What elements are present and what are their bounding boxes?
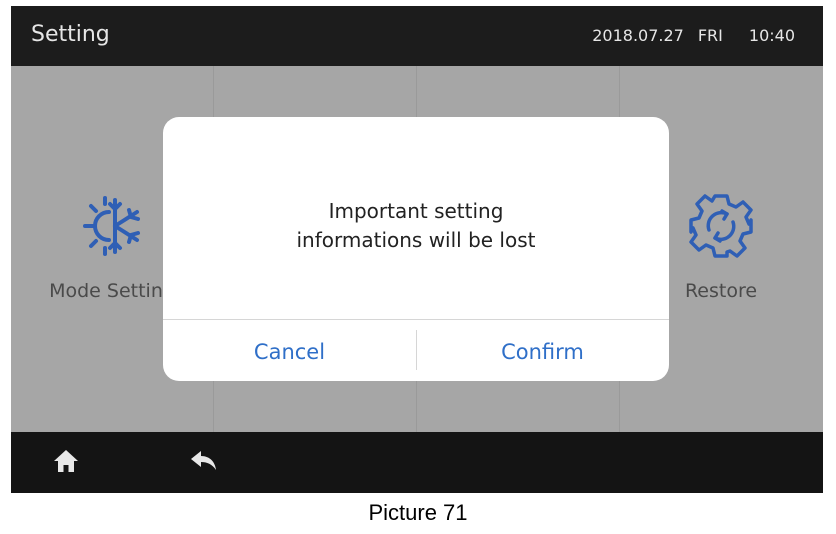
time-display: 10:40 [748,26,795,45]
dialog-message-line2: informations will be lost [296,228,536,252]
device-screen: Setting 2018.07.27 FRI 10:40 Mode Settin… [11,6,823,493]
weekday-display: FRI [697,26,723,45]
date-display: 2018.07.27 [592,26,684,45]
status-area: 2018.07.27 FRI 10:40 [592,26,795,45]
back-icon[interactable] [189,448,219,478]
confirm-dialog: Important setting informations will be l… [163,117,669,381]
figure-caption: Picture 71 [368,500,468,525]
cancel-button[interactable]: Cancel [163,320,416,381]
bottom-nav-bar [11,432,823,493]
confirm-button[interactable]: Confirm [416,320,669,381]
home-icon[interactable] [53,448,79,478]
gear-restore-icon [687,192,755,264]
dialog-message-line1: Important setting [328,199,504,223]
page-title: Setting [31,22,110,47]
snowflake-sun-icon [79,192,147,264]
top-bar: Setting 2018.07.27 FRI 10:40 [11,6,823,66]
dialog-message: Important setting informations will be l… [163,197,669,255]
